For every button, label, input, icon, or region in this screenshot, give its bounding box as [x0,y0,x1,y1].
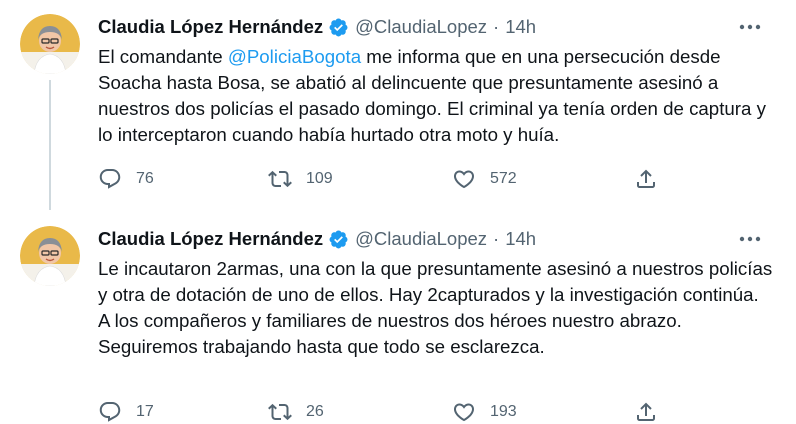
tweet-header: Claudia López Hernández @ClaudiaLopez · … [98,224,778,254]
tweet-content: Claudia López Hernández @ClaudiaLopez · … [98,224,778,360]
share-button[interactable] [634,164,658,194]
verified-badge-icon [329,18,348,36]
tweet[interactable]: Claudia López Hernández @ClaudiaLopez · … [0,212,796,424]
more-options-icon[interactable] [736,227,764,251]
author-name[interactable]: Claudia López Hernández [98,16,323,38]
tweet-text-part: El comandante [98,46,228,67]
retweet-button[interactable]: 26 [268,397,324,424]
author-name[interactable]: Claudia López Hernández [98,228,323,250]
separator-dot: · [493,228,500,249]
reply-button[interactable]: 17 [98,397,154,424]
tweet-text: Le incautaron 2armas, una con la que pre… [98,258,773,357]
retweet-button[interactable]: 109 [268,164,333,194]
share-button[interactable] [634,397,658,424]
like-icon [453,403,475,422]
mention-link[interactable]: @PoliciaBogota [228,46,361,67]
avatar[interactable] [20,14,80,74]
tweet-actions: 17 26 193 [98,397,658,424]
like-button[interactable]: 572 [452,164,517,194]
like-icon [453,170,475,189]
avatar-column [20,14,80,74]
verified-badge-icon [329,230,348,248]
timestamp[interactable]: 14h [505,16,536,38]
more-options-icon[interactable] [736,15,764,39]
tweet-actions: 76 109 572 [98,164,658,194]
author-handle[interactable]: @ClaudiaLopez [355,228,487,250]
reply-button[interactable]: 76 [98,164,154,194]
tweet-header: Claudia López Hernández @ClaudiaLopez · … [98,12,778,42]
tweet-content: Claudia López Hernández @ClaudiaLopez · … [98,12,778,148]
avatar[interactable] [20,226,80,286]
share-icon [637,169,655,188]
reply-icon [99,169,121,189]
reply-count: 76 [136,170,154,187]
retweet-icon [268,403,292,421]
timestamp[interactable]: 14h [505,228,536,250]
thread-connector-line [49,80,51,210]
retweet-count: 26 [306,403,324,420]
share-icon [637,402,655,421]
reply-icon [99,402,121,422]
retweet-count: 109 [306,170,333,187]
tweet[interactable]: Claudia López Hernández @ClaudiaLopez · … [0,0,796,212]
like-count: 193 [490,403,517,420]
separator-dot: · [493,16,500,37]
like-count: 572 [490,170,517,187]
author-handle[interactable]: @ClaudiaLopez [355,16,487,38]
tweet-text: El comandante @PoliciaBogota me informa … [98,44,778,148]
retweet-icon [268,170,292,188]
reply-count: 17 [136,403,154,420]
like-button[interactable]: 193 [452,397,517,424]
avatar-column [20,226,80,286]
